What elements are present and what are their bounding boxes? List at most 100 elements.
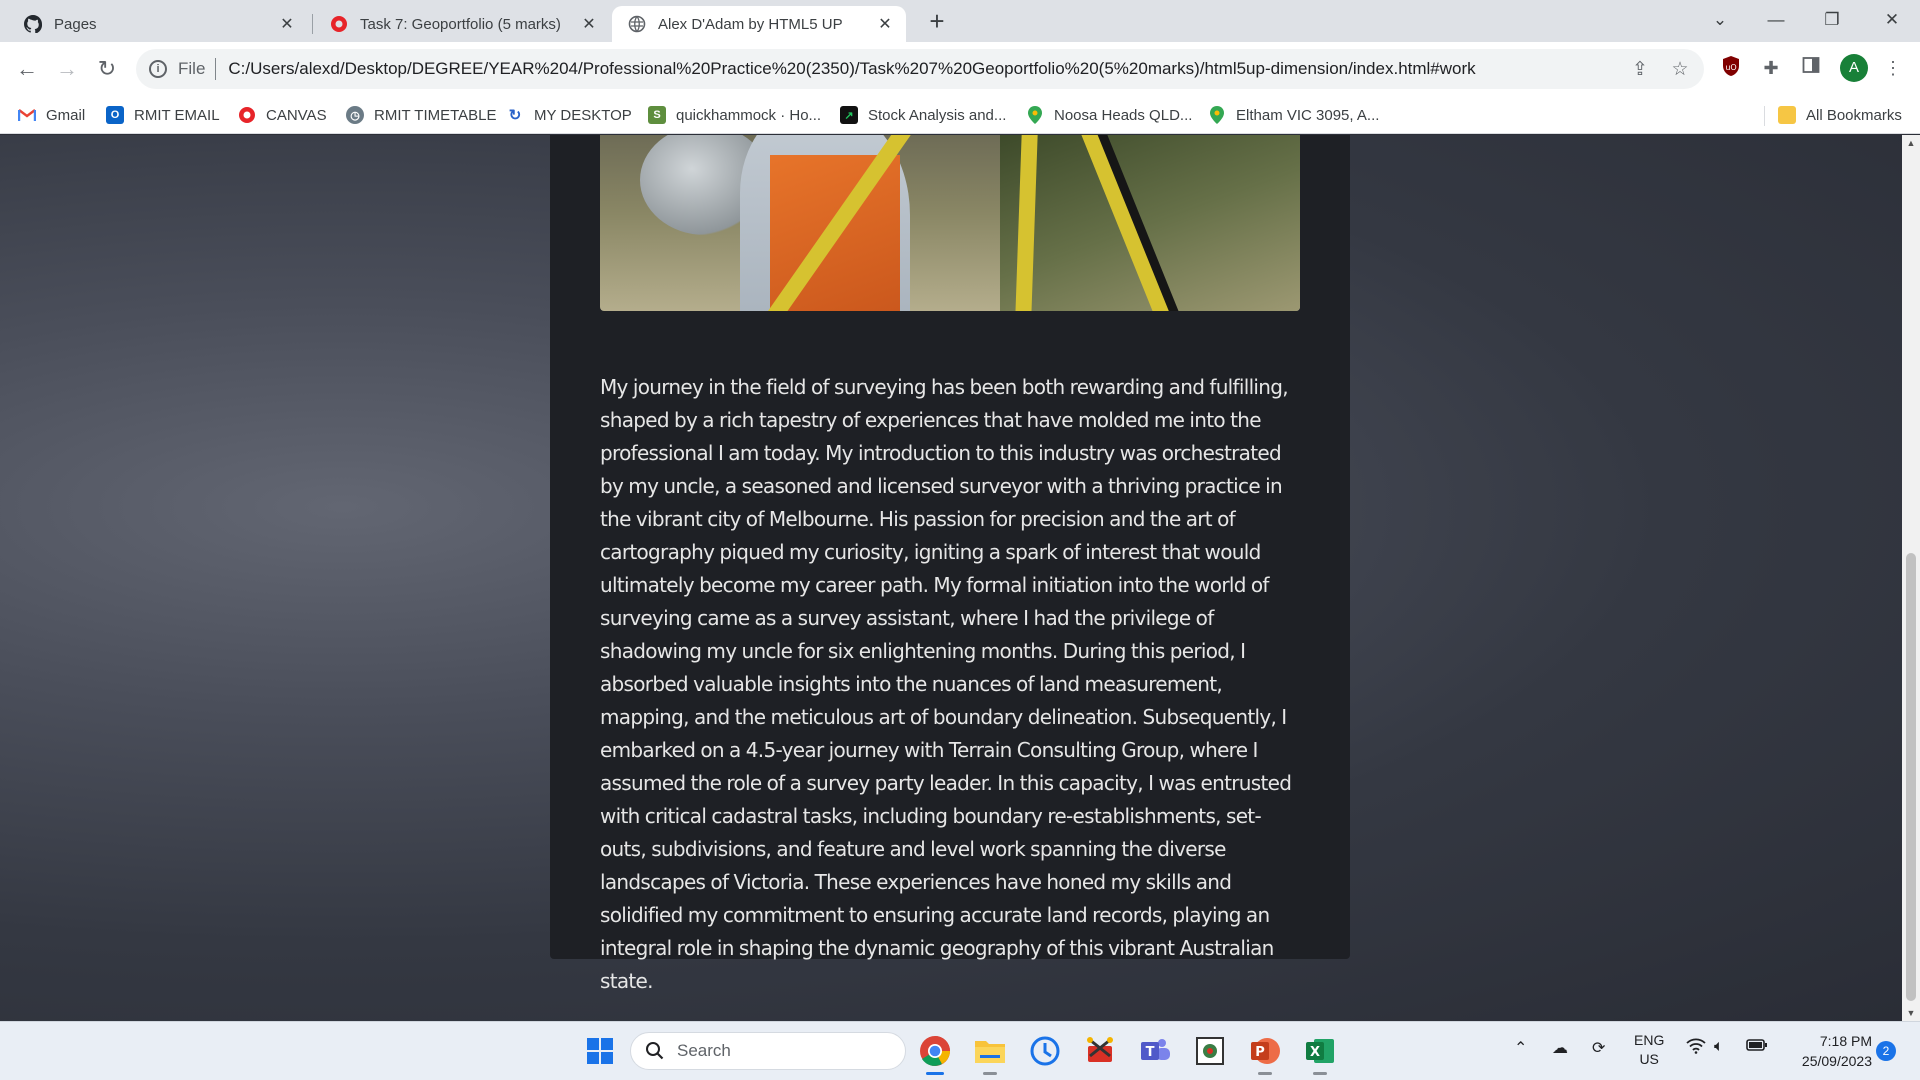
app-indicator (1258, 1072, 1272, 1075)
desktop-icon: ↻ (508, 107, 522, 124)
url-text[interactable]: C:/Users/alexd/Desktop/DEGREE/YEAR%204/P… (228, 59, 1475, 79)
side-panel-icon[interactable] (1798, 55, 1824, 81)
file-explorer-icon[interactable] (970, 1031, 1010, 1071)
bookmark-quickhammock[interactable]: S quickhammock · Ho... (648, 102, 821, 128)
browser-toolbar: ← → ↻ i File C:/Users/alexd/Desktop/DEGR… (0, 42, 1920, 96)
folder-icon (1778, 106, 1796, 124)
menu-kebab-icon[interactable]: ⋮ (1880, 55, 1906, 81)
tab-title: Task 7: Geoportfolio (5 marks) (360, 15, 561, 33)
outlook-icon: O (106, 106, 124, 124)
volume-icon[interactable]: 🔈︎ (1714, 1038, 1724, 1056)
stock-icon: ↗ (840, 106, 858, 124)
language-code: ENG (1634, 1032, 1665, 1048)
share-icon[interactable]: ⇪ (1628, 58, 1652, 82)
new-tab-button[interactable]: + (922, 6, 952, 36)
page-scrollbar[interactable]: ▲ ▼ (1902, 135, 1920, 1021)
back-icon[interactable]: ← (10, 52, 44, 86)
taskbar-search[interactable]: Search (630, 1032, 906, 1070)
battery-icon[interactable] (1746, 1038, 1768, 1057)
surveyor-photo (600, 135, 1300, 311)
svg-text:T: T (1146, 1045, 1155, 1060)
notification-badge[interactable]: 2 (1876, 1041, 1896, 1061)
tab-strip: Pages ✕ Task 7: Geoportfolio (5 marks) ✕… (0, 0, 1920, 42)
svg-text:X: X (1310, 1045, 1320, 1060)
sync-icon[interactable]: ⟳ (1592, 1038, 1605, 1058)
address-bar[interactable]: i File C:/Users/alexd/Desktop/DEGREE/YEA… (136, 49, 1704, 89)
start-icon[interactable] (580, 1031, 620, 1071)
canvas-icon (238, 106, 256, 124)
excel-icon[interactable]: X (1300, 1031, 1340, 1071)
search-label: Search (677, 1041, 731, 1060)
onedrive-error-icon[interactable]: ☁ (1552, 1038, 1568, 1058)
bookmark-label: Gmail (46, 106, 86, 124)
snipping-tool-icon[interactable] (1080, 1031, 1120, 1071)
bookmark-label: quickhammock · Ho... (676, 106, 822, 124)
tab-task7[interactable]: Task 7: Geoportfolio (5 marks) ✕ (314, 6, 610, 42)
page-viewport: My journey in the field of surveying has… (0, 135, 1902, 1021)
scroll-up-icon[interactable]: ▲ (1902, 135, 1920, 151)
photos-app-icon[interactable] (1190, 1031, 1230, 1071)
globe-icon (628, 15, 646, 33)
scheme-label: File (178, 59, 206, 78)
bookmark-my-desktop[interactable]: ↻ MY DESKTOP (506, 102, 632, 128)
bookmark-label: RMIT TIMETABLE (374, 106, 497, 124)
clock-date: 25/09/2023 (1801, 1053, 1872, 1069)
forward-icon[interactable]: → (50, 52, 84, 86)
scroll-down-icon[interactable]: ▼ (1902, 1005, 1920, 1021)
wifi-icon[interactable] (1686, 1038, 1706, 1059)
app-indicator (1313, 1072, 1327, 1075)
tab-divider (312, 14, 313, 34)
security-app-icon[interactable] (1025, 1031, 1065, 1071)
close-tab-icon[interactable]: ✕ (580, 14, 598, 34)
tab-pages[interactable]: Pages ✕ (8, 6, 308, 42)
close-tab-icon[interactable]: ✕ (876, 14, 894, 34)
svg-text:uO: uO (1725, 63, 1736, 72)
chrome-icon[interactable] (915, 1031, 955, 1071)
clock-time: 7:18 PM (1819, 1033, 1872, 1049)
restore-icon[interactable]: ❐ (1804, 0, 1860, 42)
tab-title: Alex D'Adam by HTML5 UP (658, 15, 843, 33)
svg-text:P: P (1255, 1045, 1265, 1060)
search-icon (646, 1042, 664, 1060)
bookmark-stock-analysis[interactable]: ↗ Stock Analysis and... (840, 102, 1006, 128)
scrollbar-thumb[interactable] (1906, 553, 1916, 1001)
app-indicator (983, 1072, 997, 1075)
all-bookmarks[interactable]: All Bookmarks (1778, 102, 1902, 128)
language-indicator[interactable]: ENG US (1634, 1031, 1664, 1069)
region-code: US (1639, 1051, 1659, 1067)
bookmark-star-icon[interactable]: ☆ (1668, 58, 1692, 82)
windows-taskbar: Search T P X ⌃ ☁ ⟳ ENG US 🔈︎ 7:18 PM 25/… (0, 1021, 1920, 1080)
bookmark-label: RMIT EMAIL (134, 106, 220, 124)
ublock-icon[interactable]: uO (1718, 55, 1744, 81)
address-divider (215, 58, 217, 80)
bookmark-eltham[interactable]: Eltham VIC 3095, A... (1208, 102, 1379, 128)
tab-title: Pages (54, 15, 97, 33)
bookmark-noosa-heads[interactable]: Noosa Heads QLD... (1026, 102, 1192, 128)
tab-search-icon[interactable]: ⌄ (1692, 0, 1748, 42)
system-clock[interactable]: 7:18 PM 25/09/2023 (1782, 1031, 1872, 1071)
bookmark-rmit-email[interactable]: O RMIT EMAIL (106, 102, 220, 128)
timetable-icon: ◷ (346, 106, 364, 124)
bookmarks-divider (1764, 106, 1765, 126)
article-body: My journey in the field of surveying has… (600, 375, 1292, 993)
active-app-indicator (926, 1072, 944, 1075)
map-pin-icon (1026, 106, 1044, 124)
bookmark-label: All Bookmarks (1806, 106, 1902, 124)
minimize-icon[interactable]: — (1748, 0, 1804, 42)
bookmark-canvas[interactable]: CANVAS (238, 102, 327, 128)
bookmark-label: CANVAS (266, 106, 327, 124)
bookmark-rmit-timetable[interactable]: ◷ RMIT TIMETABLE (346, 102, 497, 128)
profile-avatar[interactable]: A (1840, 54, 1868, 82)
site-info-icon[interactable]: i (149, 60, 167, 78)
close-window-icon[interactable]: ✕ (1864, 0, 1920, 42)
extensions-icon[interactable]: ✚ (1758, 55, 1784, 81)
powerpoint-icon[interactable]: P (1245, 1031, 1285, 1071)
teams-icon[interactable]: T (1135, 1031, 1175, 1071)
reload-icon[interactable]: ↻ (90, 52, 124, 86)
tray-overflow-icon[interactable]: ⌃ (1514, 1038, 1527, 1058)
tab-alex-dadam[interactable]: Alex D'Adam by HTML5 UP ✕ (612, 6, 906, 42)
map-pin-icon (1208, 106, 1226, 124)
bookmark-label: Noosa Heads QLD... (1054, 106, 1193, 124)
bookmark-gmail[interactable]: Gmail (18, 102, 85, 128)
close-tab-icon[interactable]: ✕ (278, 14, 296, 34)
